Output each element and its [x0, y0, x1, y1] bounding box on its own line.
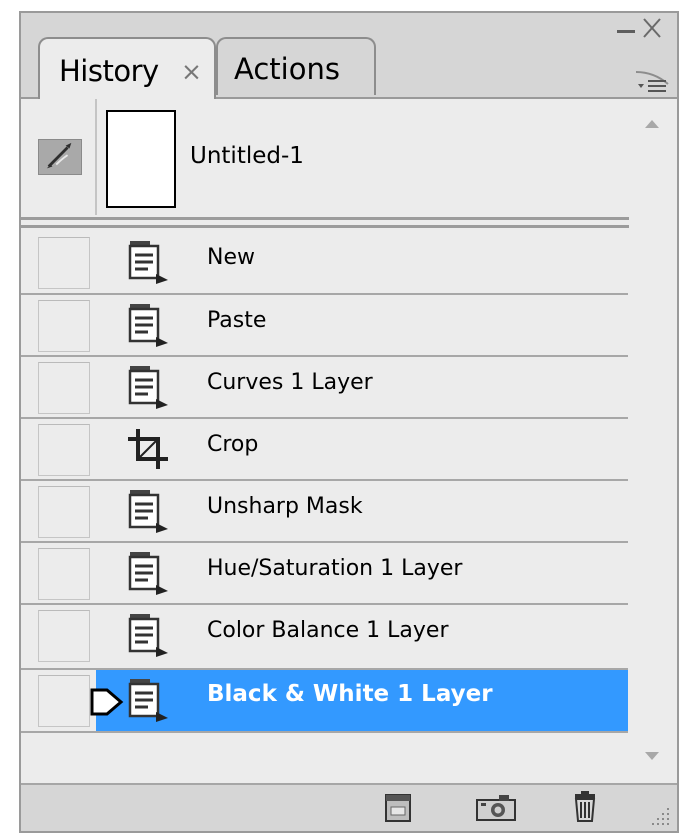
resize-grip-icon[interactable]: [650, 805, 672, 827]
history-brush-source-toggle[interactable]: [38, 610, 90, 662]
history-state-row[interactable]: Paste: [21, 295, 628, 355]
history-brush-source-toggle[interactable]: [38, 424, 90, 476]
history-state-label: New: [207, 245, 255, 270]
history-state-icon: [124, 549, 172, 597]
history-state-row[interactable]: New: [21, 232, 628, 292]
history-state-row[interactable]: Black & White 1 Layer: [21, 670, 628, 731]
history-state-icon: [124, 238, 172, 286]
tab-history-label: History: [59, 54, 159, 88]
history-state-icon: [124, 363, 172, 411]
history-brush-source-icon[interactable]: [38, 139, 82, 175]
history-brush-source-toggle[interactable]: [38, 548, 90, 600]
scroll-down-arrow-icon[interactable]: [645, 752, 659, 760]
history-state-icon: [124, 611, 172, 659]
row-divider: [21, 668, 628, 670]
history-brush-source-toggle[interactable]: [38, 486, 90, 538]
tab-history[interactable]: History ×: [38, 37, 216, 99]
row-divider: [21, 355, 628, 357]
snapshot-name: Untitled-1: [190, 143, 304, 169]
history-state-row[interactable]: Color Balance 1 Layer: [21, 605, 628, 665]
history-brush-source-toggle[interactable]: [38, 237, 90, 289]
history-state-label: Paste: [207, 308, 267, 333]
history-state-label: Color Balance 1 Layer: [207, 618, 449, 643]
delete-state-icon[interactable]: [569, 790, 601, 824]
crop-icon: [124, 425, 172, 473]
scroll-up-arrow-icon[interactable]: [645, 120, 659, 128]
history-state-label: Hue/Saturation 1 Layer: [207, 556, 463, 581]
new-document-from-state-icon[interactable]: [382, 790, 414, 824]
history-state-label: Curves 1 Layer: [207, 370, 373, 395]
row-divider: [21, 731, 628, 733]
row-divider: [21, 293, 628, 295]
history-state-icon: [124, 487, 172, 535]
history-state-row[interactable]: Hue/Saturation 1 Layer: [21, 543, 628, 603]
column-divider: [95, 99, 97, 215]
history-state-label: Crop: [207, 432, 259, 457]
history-state-row[interactable]: Crop: [21, 419, 628, 479]
tab-close-icon[interactable]: ×: [181, 57, 202, 86]
tab-actions-label: Actions: [234, 52, 340, 86]
panel-menu-icon[interactable]: [634, 70, 670, 98]
history-state-row[interactable]: Curves 1 Layer: [21, 357, 628, 417]
history-state-row[interactable]: Unsharp Mask: [21, 481, 628, 541]
minimize-icon[interactable]: [617, 30, 635, 33]
scrollbar[interactable]: [620, 99, 677, 783]
new-snapshot-icon[interactable]: [475, 790, 517, 824]
close-icon[interactable]: [641, 16, 663, 40]
history-state-label: Black & White 1 Layer: [207, 681, 493, 707]
row-divider: [21, 417, 628, 419]
history-state-label: Unsharp Mask: [207, 494, 363, 519]
row-divider: [21, 541, 628, 543]
snapshot-separator: [21, 214, 629, 230]
history-brush-source-toggle[interactable]: [38, 675, 90, 727]
current-state-marker-icon[interactable]: [89, 687, 125, 717]
history-brush-source-toggle[interactable]: [38, 362, 90, 414]
snapshot-thumbnail: [106, 110, 176, 208]
history-brush-source-toggle[interactable]: [38, 300, 90, 352]
history-state-icon: [124, 676, 172, 724]
history-state-icon: [124, 301, 172, 349]
row-divider: [21, 479, 628, 481]
row-divider: [21, 603, 628, 605]
tab-actions[interactable]: Actions: [216, 37, 376, 95]
